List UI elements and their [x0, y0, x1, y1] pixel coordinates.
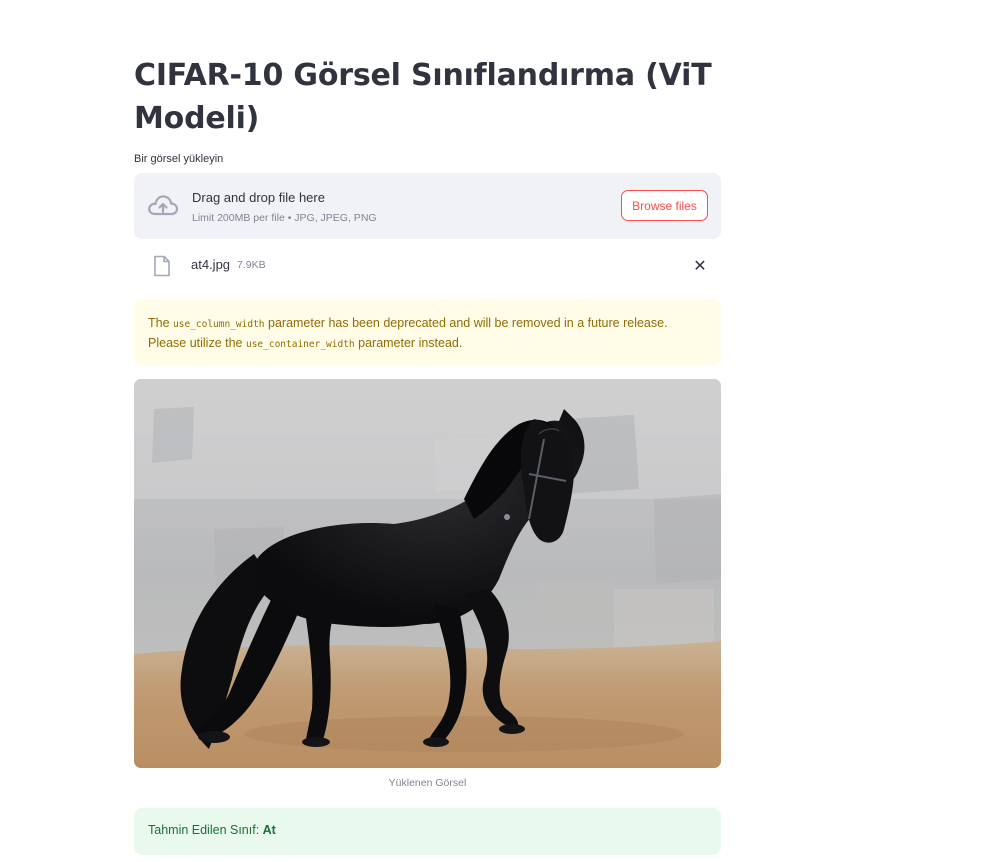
uploader-label: Bir görsel yükleyin: [134, 153, 224, 165]
file-dropzone[interactable]: Drag and drop file here Limit 200MB per …: [134, 173, 721, 239]
deprecation-warning: The use_column_width parameter has been …: [134, 299, 721, 365]
uploaded-file-size: 7.9KB: [237, 259, 266, 271]
dropzone-limit: Limit 200MB per file • JPG, JPEG, PNG: [192, 212, 377, 224]
warning-text-3: parameter instead.: [354, 336, 463, 350]
warning-text-1: The: [148, 316, 174, 330]
uploaded-file-row: at4.jpg 7.9KB ✕: [134, 250, 721, 282]
browse-files-button[interactable]: Browse files: [621, 190, 708, 221]
delete-file-icon[interactable]: ✕: [690, 256, 710, 276]
uploaded-image: [134, 379, 721, 768]
warning-code-1: use_column_width: [173, 319, 265, 330]
cloud-upload-icon: [148, 195, 179, 216]
file-icon: [154, 255, 170, 277]
horse-photo: [134, 379, 721, 768]
warning-code-2: use_container_width: [245, 339, 355, 350]
prediction-value: At: [262, 823, 276, 837]
prediction-result: Tahmin Edilen Sınıf: At: [134, 808, 721, 855]
dropzone-title: Drag and drop file here: [192, 190, 325, 205]
uploaded-file-name: at4.jpg: [191, 257, 231, 272]
page-title: CIFAR-10 Görsel Sınıflandırma (ViT Model…: [134, 58, 712, 136]
image-caption: Yüklenen Görsel: [388, 777, 467, 789]
prediction-prefix: Tahmin Edilen Sınıf:: [148, 823, 263, 837]
app-page: CIFAR-10 Görsel Sınıflandırma (ViT Model…: [0, 0, 993, 862]
